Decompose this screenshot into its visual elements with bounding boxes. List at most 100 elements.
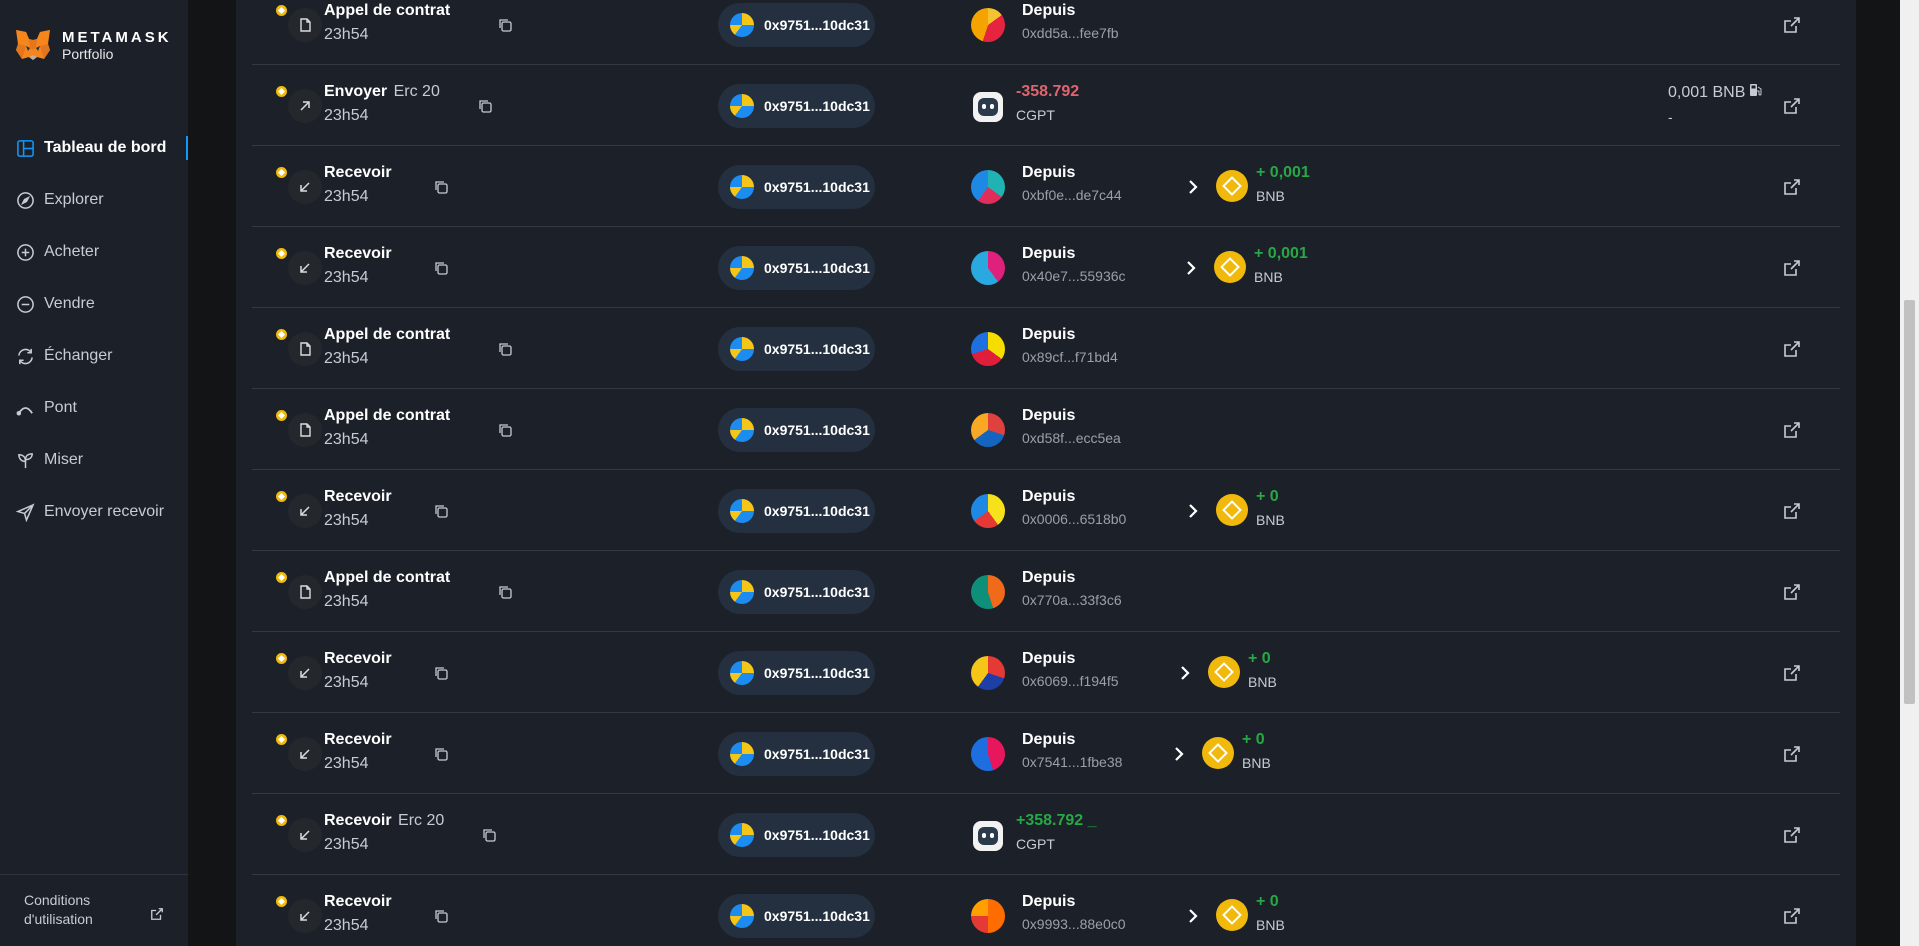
sidebar-item-explore[interactable]: Explorer [0,174,188,226]
sidebar-item-label: Tableau de bord [44,139,167,156]
external-link-icon[interactable] [150,907,164,921]
external-link-icon[interactable] [1783,583,1801,601]
sidebar-item-dashboard[interactable]: Tableau de bord [0,122,188,174]
sidebar-item-buy[interactable]: Acheter [0,226,188,278]
transaction-row[interactable]: Appel de contrat 23h54 0x9751...10dc31 Depu… [252,308,1840,389]
copy-icon[interactable] [433,503,449,519]
from-label: Depuis [1022,326,1076,343]
token-symbol: BNB [1256,512,1285,528]
gas-fee-fiat: - [1668,109,1673,125]
transaction-row[interactable]: Appel de contrat 23h54 0x9751...10dc31 Depu… [252,389,1840,470]
copy-icon[interactable] [477,98,493,114]
external-link-icon[interactable] [1783,907,1801,925]
from-address: 0x770a...33f3c6 [1022,592,1122,608]
wallet-address-pill[interactable]: 0x9751...10dc31 [718,165,875,209]
copy-icon[interactable] [433,665,449,681]
transaction-row[interactable]: Recevoir 23h54 0x9751...10dc31 Depuis 0x40e7… [252,227,1840,308]
wallet-address: 0x9751...10dc31 [764,746,870,762]
wallet-address-pill[interactable]: 0x9751...10dc31 [718,84,875,128]
wallet-address-pill[interactable]: 0x9751...10dc31 [718,894,875,938]
transaction-row[interactable]: Appel de contrat 23h54 0x9751...10dc31 Depu… [252,551,1840,632]
token-symbol: BNB [1256,188,1285,204]
wallet-avatar [730,580,754,604]
transaction-row[interactable]: Recevoir 23h54 0x9751...10dc31 Depuis 0x9993… [252,875,1840,946]
transaction-row[interactable]: Recevoir 23h54 0x9751...10dc31 Depuis 0x0006… [252,470,1840,551]
sidebar-item-bridge[interactable]: Pont [0,382,188,434]
transaction-row[interactable]: Recevoir 23h54 0x9751...10dc31 Depuis 0xbf0e… [252,146,1840,227]
wallet-address-pill[interactable]: 0x9751...10dc31 [718,3,875,47]
sidebar-item-label: Vendre [44,295,95,312]
wallet-address-pill[interactable]: 0x9751...10dc31 [718,327,875,371]
wallet-address-pill[interactable]: 0x9751...10dc31 [718,570,875,614]
token-symbol: CGPT [1016,107,1055,123]
bridge-icon [16,406,33,416]
wallet-address-pill[interactable]: 0x9751...10dc31 [718,732,875,776]
sidebar-item-label: Envoyer recevoir [44,503,165,520]
brand-subtitle: Portfolio [62,45,114,62]
contract-icon [288,575,322,609]
from-address: 0x40e7...55936c [1022,268,1126,284]
external-link-icon[interactable] [1783,97,1801,115]
wallet-address-pill[interactable]: 0x9751...10dc31 [718,246,875,290]
from-address: 0xdd5a...fee7fb [1022,25,1119,41]
external-link-icon[interactable] [1783,421,1801,439]
transaction-time: 23h54 [324,512,369,529]
sender-avatar [971,494,1005,528]
copy-icon[interactable] [497,17,513,33]
transaction-row[interactable]: Recevoir 23h54 0x9751...10dc31 Depuis 0x7541… [252,713,1840,794]
wallet-address: 0x9751...10dc31 [764,584,870,600]
bnb-chain-badge-icon [274,813,289,828]
bnb-chain-badge-icon [274,570,289,585]
page-gutter [188,0,236,946]
receive-arrow-icon [288,170,322,204]
wallet-address-pill[interactable]: 0x9751...10dc31 [718,651,875,695]
external-link-icon[interactable] [1783,745,1801,763]
sidebar-item-sell[interactable]: Vendre [0,278,188,330]
wallet-address-pill[interactable]: 0x9751...10dc31 [718,408,875,452]
transaction-row[interactable]: Recevoir 23h54 0x9751...10dc31 Depuis 0x6069… [252,632,1840,713]
external-link-icon[interactable] [1783,664,1801,682]
sidebar-item-swap[interactable]: Échanger [0,330,188,382]
external-link-icon[interactable] [1783,826,1801,844]
scrollbar-thumb[interactable] [1904,300,1915,704]
wallet-address: 0x9751...10dc31 [764,17,870,33]
wallet-address: 0x9751...10dc31 [764,665,870,681]
wallet-address-pill[interactable]: 0x9751...10dc31 [718,489,875,533]
external-link-icon[interactable] [1783,340,1801,358]
wallet-address-pill[interactable]: 0x9751...10dc31 [718,813,875,857]
transaction-time: 23h54 [324,755,369,772]
external-link-icon[interactable] [1783,259,1801,277]
copy-icon[interactable] [497,422,513,438]
chevron-right-icon [1184,259,1198,277]
from-label: Depuis [1022,893,1076,910]
transaction-row[interactable]: Envoyer Erc 20 23h54 0x9751...10dc31 -358.7… [252,65,1840,146]
copy-icon[interactable] [433,746,449,762]
transaction-row[interactable]: Appel de contrat 23h54 0x9751...10dc31 Depu… [252,0,1840,65]
wallet-avatar [730,256,754,280]
copy-icon[interactable] [481,827,497,843]
wallet-avatar [730,175,754,199]
copy-icon[interactable] [433,908,449,924]
external-link-icon[interactable] [1783,502,1801,520]
transaction-time: 23h54 [324,350,369,367]
wallet-address: 0x9751...10dc31 [764,179,870,195]
external-link-icon[interactable] [1783,16,1801,34]
copy-icon[interactable] [433,260,449,276]
token-standard: Erc 20 [393,83,440,100]
copy-icon[interactable] [497,584,513,600]
sidebar-item-stake[interactable]: Miser [0,434,188,486]
send-arrow-icon [288,89,322,123]
copy-icon[interactable] [497,341,513,357]
transaction-time: 23h54 [324,431,369,448]
sidebar-item-send-receive[interactable]: Envoyer recevoir [0,486,188,538]
transaction-row[interactable]: Recevoir Erc 20 23h54 0x9751...10dc31 +358.… [252,794,1840,875]
copy-icon[interactable] [433,179,449,195]
terms-link[interactable]: Conditions d'utilisation [24,891,134,929]
transaction-type: Recevoir Erc 20 [324,812,445,829]
from-label: Depuis [1022,2,1076,19]
bnb-token-icon [1216,494,1248,526]
wallet-avatar [730,823,754,847]
external-link-icon[interactable] [1783,178,1801,196]
wallet-address: 0x9751...10dc31 [764,827,870,843]
metamask-portfolio-logo[interactable]: METAMASK Portfolio [14,28,172,62]
